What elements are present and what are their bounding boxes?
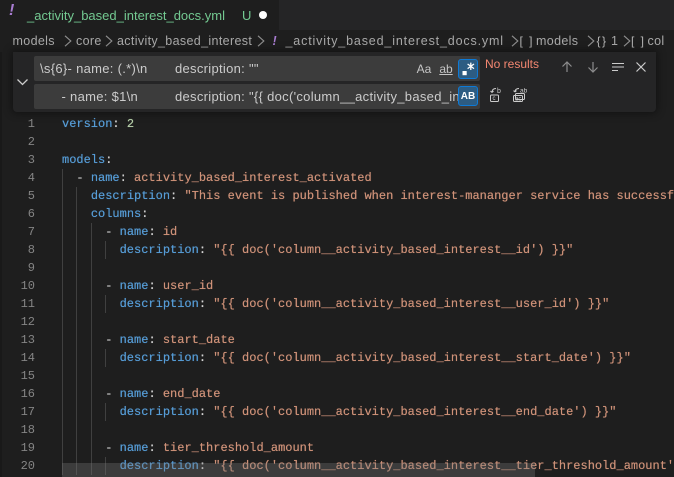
svg-text:b: b <box>497 88 501 95</box>
svg-text:c: c <box>493 96 496 102</box>
svg-text:ac: ac <box>515 96 521 102</box>
